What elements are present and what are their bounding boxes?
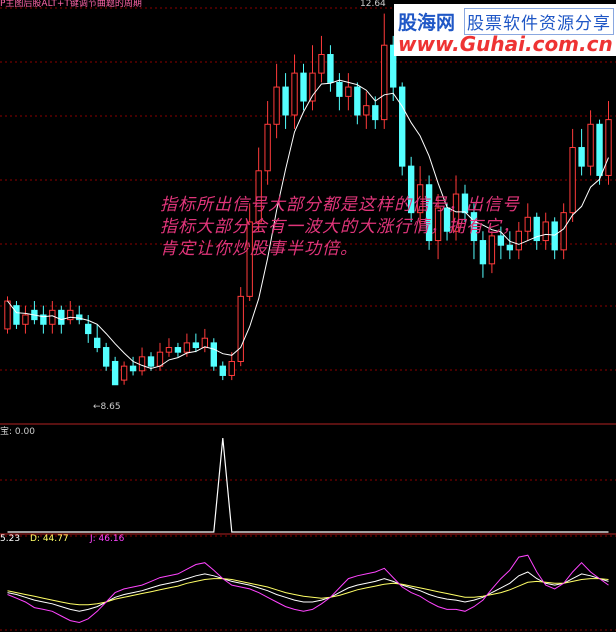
candle-body bbox=[129, 365, 137, 372]
candle-body bbox=[300, 72, 307, 102]
candle-body bbox=[174, 347, 182, 353]
candle-body bbox=[524, 216, 531, 232]
candle-body bbox=[120, 365, 128, 381]
kdj-j-line bbox=[7, 554, 609, 624]
candle-body bbox=[354, 86, 361, 116]
candle-body bbox=[94, 337, 101, 349]
candle-body bbox=[219, 365, 226, 376]
candle-body bbox=[381, 44, 388, 121]
kdj-d-line bbox=[7, 578, 609, 606]
candle-body bbox=[605, 119, 612, 176]
watermark-logo: 股海网 股票软件资源分享 www.Guhai.com.cn bbox=[394, 4, 616, 56]
watermark-title: 股海网 bbox=[398, 12, 456, 34]
candle-body bbox=[578, 147, 585, 167]
candle-body bbox=[506, 244, 514, 251]
candle-body bbox=[363, 105, 370, 116]
kdj-k-label: 5.23 bbox=[0, 534, 21, 544]
candle-body bbox=[147, 356, 155, 367]
candle-body bbox=[165, 347, 173, 353]
candle-body bbox=[201, 337, 209, 349]
candle-body bbox=[372, 105, 379, 121]
kdj-d-label: D: 44.77 bbox=[30, 534, 69, 544]
high-price-label: 12.64 bbox=[360, 0, 386, 9]
candle-body bbox=[4, 300, 11, 330]
candle-body bbox=[102, 347, 110, 367]
indicator-title: P主图后股ALT+T键调节曲题的周期 bbox=[0, 0, 142, 9]
candle-body bbox=[309, 72, 316, 102]
candle-body bbox=[111, 360, 119, 386]
candle-body bbox=[282, 86, 289, 116]
candle-body bbox=[569, 147, 576, 214]
candle-body bbox=[85, 323, 92, 335]
kdj-j-label: J: 46.16 bbox=[90, 534, 125, 544]
candle-body bbox=[156, 351, 164, 367]
candle-body bbox=[542, 221, 549, 242]
candle-body bbox=[291, 72, 298, 116]
candle-body bbox=[497, 235, 505, 246]
chart-stage[interactable]: P主图后股ALT+T键调节曲题的周期 12.64 ←8.65 股海网 股票软件资… bbox=[0, 0, 616, 632]
candle-body bbox=[22, 314, 29, 325]
candle-body bbox=[58, 309, 65, 325]
candle-body bbox=[210, 342, 217, 367]
candle-body bbox=[327, 54, 334, 83]
kdj-k-line bbox=[7, 571, 609, 612]
candle-body bbox=[183, 342, 191, 353]
candle-body bbox=[479, 240, 487, 265]
watermark-subtitle: 股票软件资源分享 bbox=[464, 8, 614, 35]
signal-panel-label: 宝: 0.00 bbox=[0, 427, 35, 437]
candle-body bbox=[228, 360, 235, 376]
signal-series bbox=[7, 437, 609, 533]
candle-body bbox=[596, 123, 603, 176]
candle-body bbox=[318, 54, 325, 74]
candle-body bbox=[49, 309, 56, 325]
candle-body bbox=[264, 123, 271, 172]
candle-body bbox=[336, 81, 343, 97]
candle-body bbox=[345, 86, 352, 97]
watermark-url: www.Guhai.com.cn bbox=[398, 32, 613, 56]
candle-body bbox=[560, 212, 567, 251]
kdj-series bbox=[7, 554, 609, 624]
annotation-line-3: 肯定让你炒股事半功倍。 bbox=[160, 239, 358, 259]
candle-body bbox=[551, 221, 558, 251]
signal-line bbox=[7, 437, 609, 533]
candle-body bbox=[13, 305, 20, 325]
candle-body bbox=[237, 295, 244, 362]
low-price-label: ←8.65 bbox=[93, 402, 121, 412]
candle-body bbox=[138, 356, 146, 372]
candle-body bbox=[273, 86, 280, 125]
candle-body bbox=[399, 86, 406, 167]
candle-body bbox=[192, 342, 200, 349]
candle-body bbox=[488, 235, 496, 265]
candle-body bbox=[587, 123, 594, 167]
